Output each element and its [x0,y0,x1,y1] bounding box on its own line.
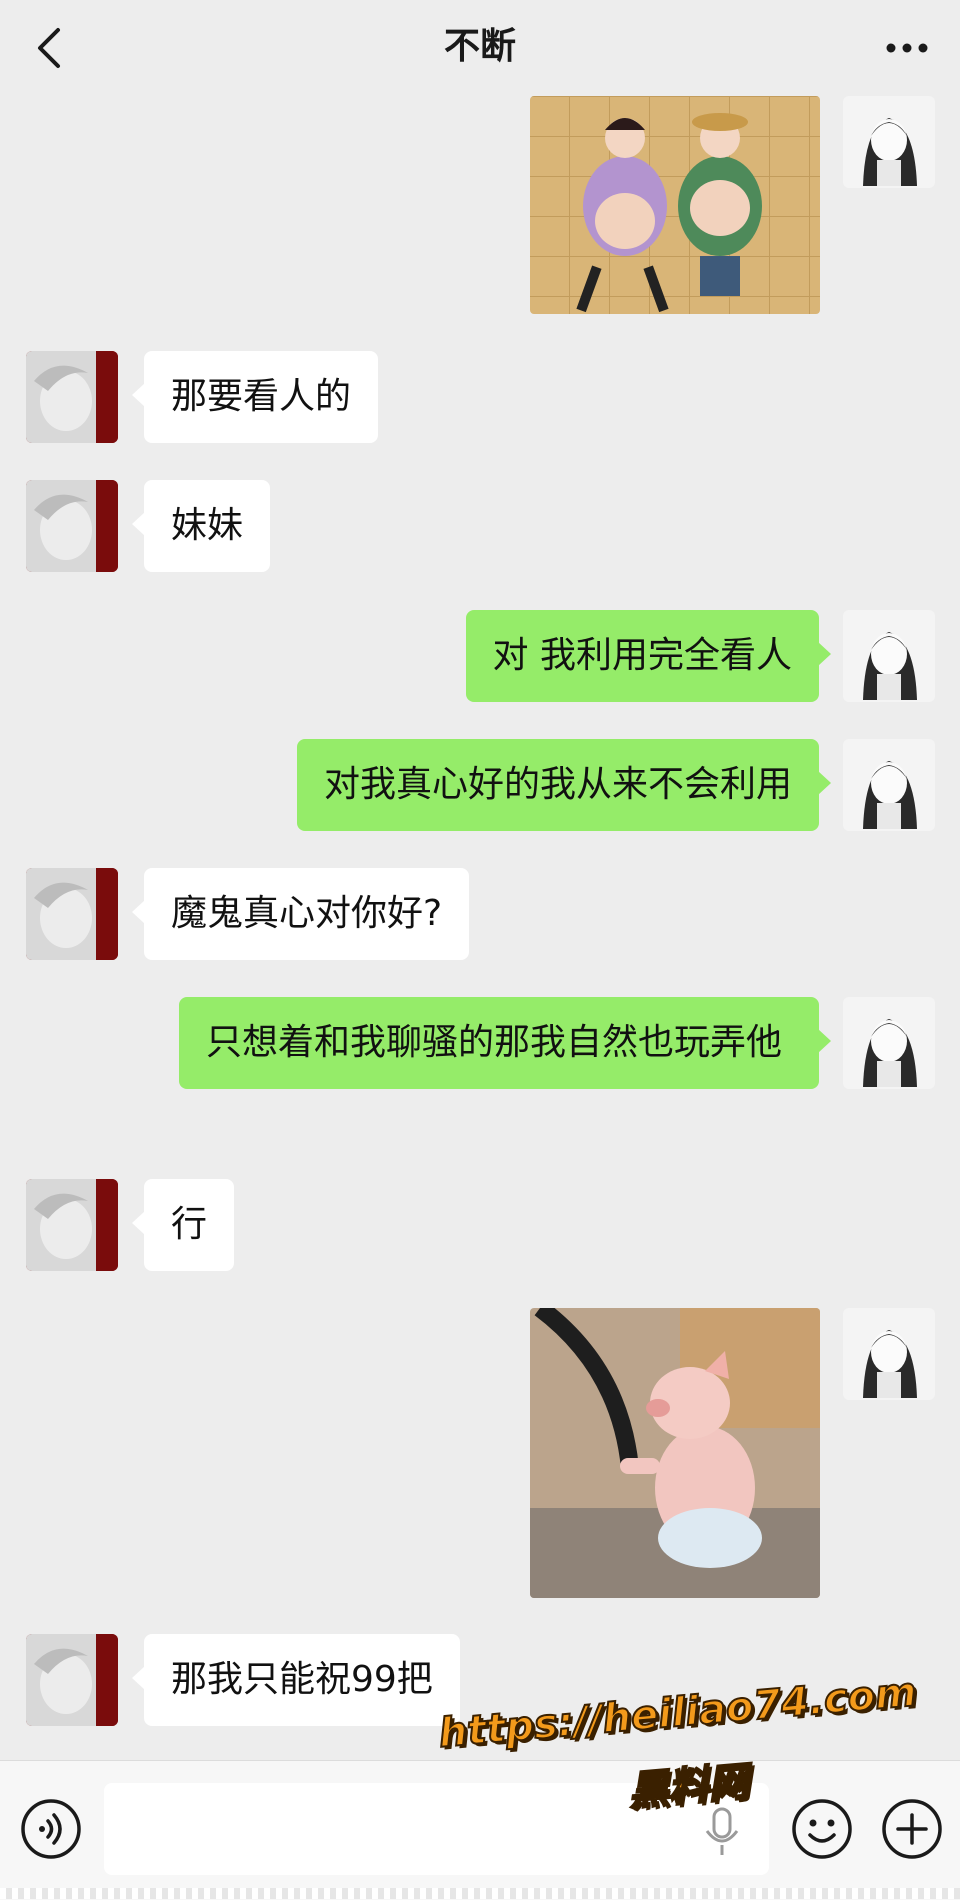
avatar-other[interactable] [26,351,118,443]
input-bar [0,1760,960,1900]
avatar-me[interactable] [843,96,935,188]
avatar-other[interactable] [26,1179,118,1271]
anime-girl-avatar-icon [843,739,935,831]
anime-girl-avatar-icon [843,96,935,188]
avatar-me[interactable] [843,739,935,831]
white-hair-anime-avatar-icon [26,480,118,572]
message-bubble-other[interactable]: 那我只能祝99把 [132,1634,460,1726]
message-bubble-other[interactable]: 那要看人的 [131,351,379,443]
image-message-kids[interactable] [530,96,820,314]
message-bubble-me[interactable]: 对 我利用完全看人 [465,610,832,702]
white-hair-anime-avatar-icon [26,1179,118,1271]
bottom-edge [0,1888,960,1899]
chat-header: 不断 [0,0,960,96]
emoji-icon[interactable] [790,1797,854,1861]
watermark-label: 黑料网 [626,1758,752,1816]
anime-girl-avatar-icon [843,997,935,1089]
avatar-other[interactable] [26,1634,118,1726]
anime-girl-avatar-icon [843,1308,935,1400]
image-message-piglet[interactable] [530,1308,820,1598]
avatar-other[interactable] [26,868,118,960]
white-hair-anime-avatar-icon [26,1634,118,1726]
message-bubble-me[interactable]: 只想着和我聊骚的那我自然也玩弄他 [179,997,831,1089]
voice-icon[interactable] [20,1798,82,1860]
white-hair-anime-avatar-icon [26,351,118,443]
avatar-me[interactable] [843,610,935,702]
watermark-url: https://heiliao74.com [436,1668,920,1758]
anime-girl-avatar-icon [843,610,935,702]
plus-icon[interactable] [880,1797,944,1861]
avatar-other[interactable] [26,480,118,572]
message-bubble-other[interactable]: 行 [131,1179,235,1271]
white-hair-anime-avatar-icon [26,868,118,960]
avatar-me[interactable] [843,1308,935,1400]
message-bubble-me[interactable]: 对我真心好的我从来不会利用 [296,739,832,831]
mic-icon[interactable] [702,1807,742,1857]
message-bubble-other[interactable]: 妹妹 [131,480,271,572]
two-chubby-cartoon-kids-lying-on-floor-icon [530,96,820,314]
more-dots-icon[interactable] [882,30,932,66]
message-bubble-other[interactable]: 魔鬼真心对你好? [131,868,470,960]
avatar-me[interactable] [843,997,935,1089]
piglet-in-diaper-driving-car-icon [530,1308,820,1598]
chat-title: 不断 [443,26,516,67]
